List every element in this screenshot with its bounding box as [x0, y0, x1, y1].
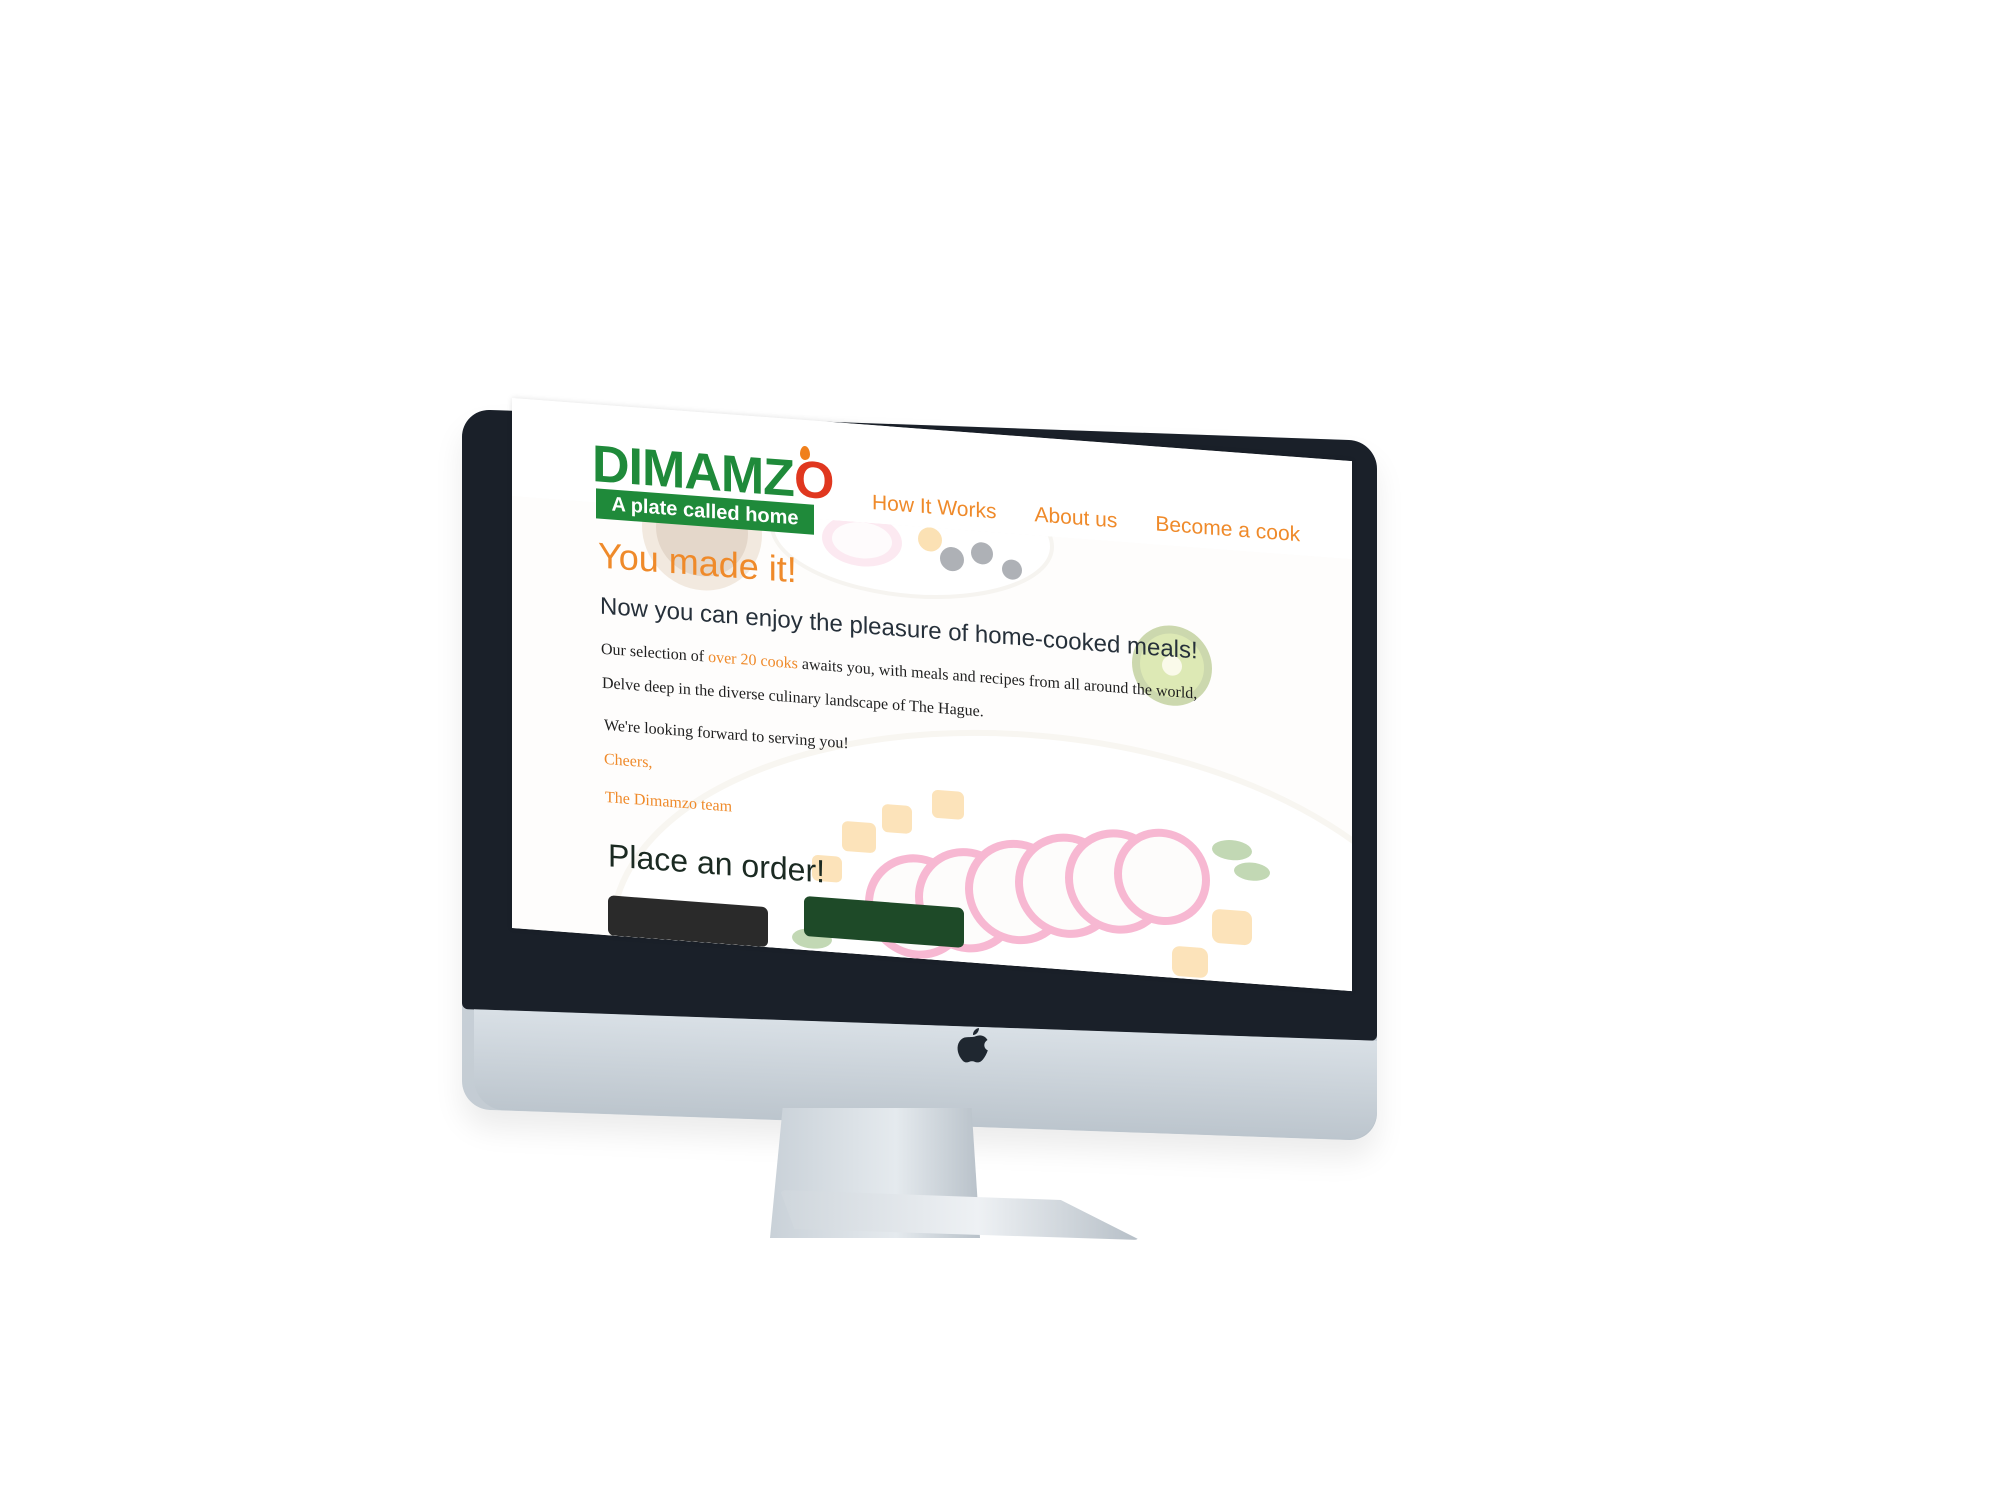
- flame-icon: [800, 445, 810, 461]
- monitor-screen: DIMAMZO A plate called home How It Works…: [512, 398, 1352, 992]
- nav-about-us[interactable]: About us: [1034, 503, 1117, 533]
- hero-section: You made it! Now you can enjoy the pleas…: [512, 496, 1352, 992]
- nav-how-it-works[interactable]: How It Works: [872, 491, 996, 524]
- signature: The Dimamzo team: [605, 788, 733, 816]
- hero-content: You made it! Now you can enjoy the pleas…: [512, 496, 1352, 991]
- mockup-stage: DIMAMZO A plate called home How It Works…: [0, 0, 2000, 1500]
- cooks-count-highlight: over 20 cooks: [708, 648, 798, 673]
- nav-become-a-cook[interactable]: Become a cook: [1155, 512, 1300, 547]
- intro-text-start: Our selection of: [601, 640, 709, 666]
- dimamzo-logo[interactable]: DIMAMZO A plate called home: [592, 435, 833, 547]
- logo-word-end: O: [793, 450, 834, 512]
- order-heading: Place an order!: [608, 837, 826, 890]
- closing-paragraph: We're looking forward to serving you!: [604, 716, 849, 753]
- order-button-secondary[interactable]: [804, 895, 964, 948]
- sign-off: Cheers,: [604, 750, 653, 772]
- apple-icon: [957, 1028, 988, 1063]
